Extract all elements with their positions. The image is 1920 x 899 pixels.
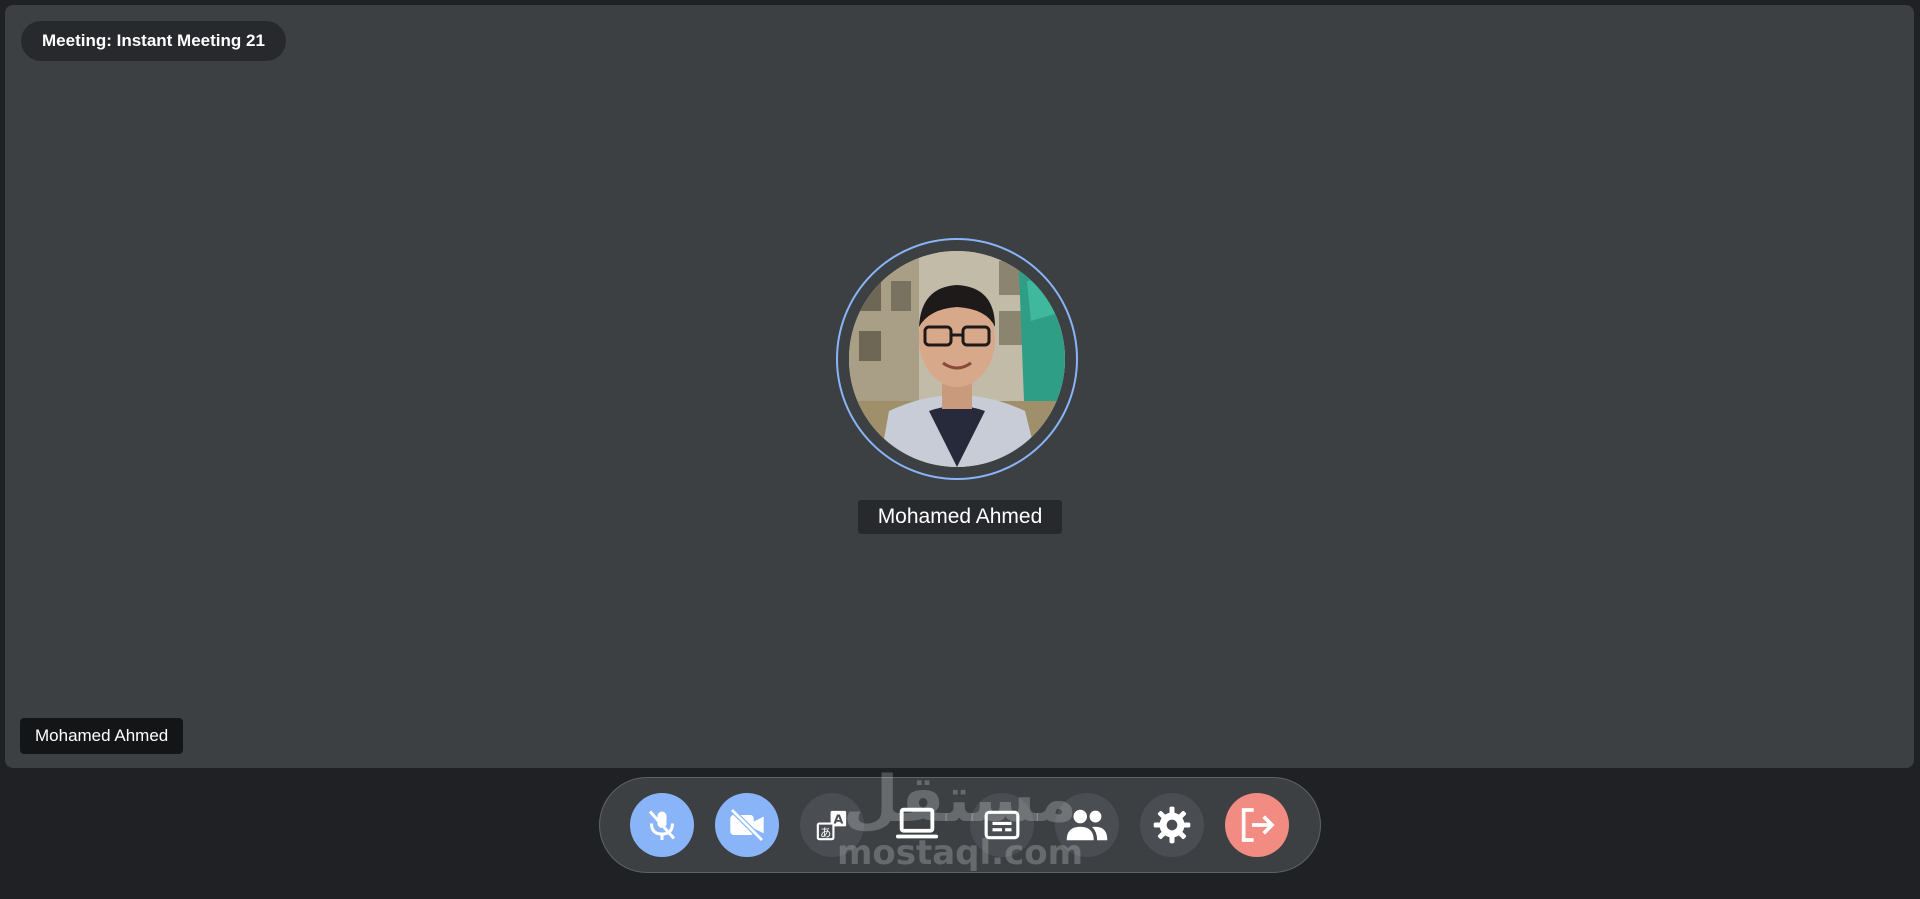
- svg-text:あ: あ: [820, 825, 831, 839]
- laptop-icon: [895, 807, 939, 839]
- translate-button[interactable]: A あ: [800, 793, 864, 857]
- participants-button[interactable]: [1055, 793, 1119, 857]
- mic-toggle-button[interactable]: [630, 793, 694, 857]
- translate-icon: A あ: [816, 810, 847, 841]
- meeting-app: Meeting: Instant Meeting 21 Mohamed Ahme…: [0, 0, 1920, 899]
- video-stage: Meeting: Instant Meeting 21 Mohamed Ahme…: [5, 5, 1914, 768]
- participant-avatar: [849, 251, 1065, 467]
- meeting-title-badge: Meeting: Instant Meeting 21: [21, 21, 286, 61]
- captions-button[interactable]: [970, 793, 1034, 857]
- camera-toggle-button[interactable]: [715, 793, 779, 857]
- leave-meeting-button[interactable]: [1225, 793, 1289, 857]
- participant-name-label: Mohamed Ahmed: [858, 500, 1062, 534]
- meeting-controls-toolbar: A あ: [599, 777, 1321, 873]
- svg-text:A: A: [833, 813, 843, 828]
- mic-off-icon: [648, 810, 676, 840]
- participant-avatar-ring: [836, 238, 1078, 480]
- settings-button[interactable]: [1140, 793, 1204, 857]
- captions-icon: [984, 810, 1020, 840]
- people-icon: [1066, 809, 1108, 841]
- avatar-photo: [849, 251, 1065, 467]
- leave-icon: [1241, 808, 1275, 842]
- tile-name-label: Mohamed Ahmed: [20, 718, 184, 754]
- camera-off-icon: [730, 808, 764, 842]
- share-screen-button[interactable]: [885, 793, 949, 857]
- gear-icon: [1153, 806, 1191, 844]
